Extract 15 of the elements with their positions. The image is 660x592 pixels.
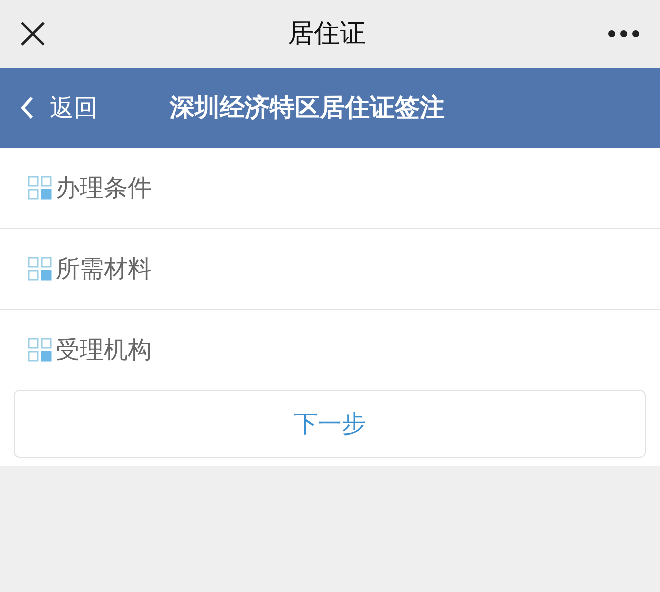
next-button[interactable]: 下一步 <box>14 390 646 458</box>
back-button[interactable]: 返回 <box>20 90 98 126</box>
grid-icon <box>28 176 52 200</box>
page-title: 深圳经济特区居住证签注 <box>170 92 445 124</box>
grid-icon <box>28 338 52 362</box>
item-label: 办理条件 <box>56 173 152 204</box>
more-icon[interactable] <box>608 30 640 38</box>
menu-item[interactable]: 所需材料 <box>0 229 660 310</box>
grid-icon <box>28 257 52 281</box>
menu-item[interactable]: 办理条件 <box>0 148 660 229</box>
window-title: 居住证 <box>288 18 366 50</box>
item-label: 所需材料 <box>56 254 152 285</box>
close-icon[interactable] <box>20 21 46 47</box>
chevron-left-icon <box>20 96 34 120</box>
item-label: 受理机构 <box>56 335 152 366</box>
